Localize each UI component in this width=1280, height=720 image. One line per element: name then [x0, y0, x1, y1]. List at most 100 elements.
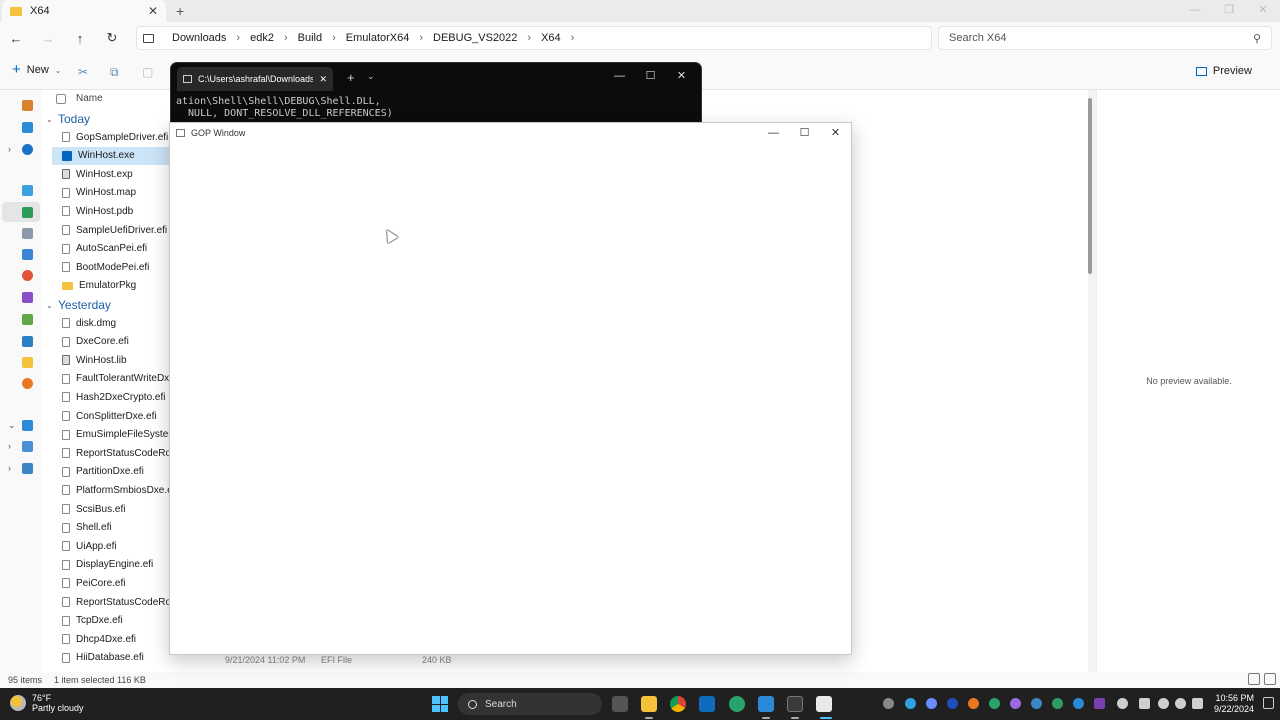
explorer-tab[interactable]: X64 ✕ — [2, 0, 166, 22]
vertical-scrollbar[interactable] — [1088, 98, 1092, 274]
maximize-icon[interactable]: ☐ — [789, 123, 820, 143]
documents-icon[interactable] — [22, 228, 33, 239]
gop-titlebar[interactable]: GOP Window — ☐ ✕ — [170, 123, 851, 143]
windows-start-icon[interactable] — [432, 696, 448, 712]
breadcrumb-item[interactable]: DEBUG_VS2022 — [433, 32, 517, 44]
system-clock[interactable]: 10:56 PM 9/22/2024 — [1214, 693, 1254, 715]
gallery-icon[interactable] — [22, 122, 33, 133]
app-shortcut-icon[interactable] — [22, 336, 33, 347]
task-view-icon[interactable] — [612, 696, 628, 712]
terminal-icon[interactable] — [787, 696, 803, 712]
vscode-icon[interactable] — [758, 696, 774, 712]
breadcrumb-item[interactable]: edk2 — [250, 32, 274, 44]
maximize-icon[interactable]: ❐ — [1212, 0, 1246, 22]
this-pc-icon[interactable] — [22, 420, 33, 431]
terminal-tab[interactable]: C:\Users\ashrafal\Downloads\ ✕ — [177, 67, 333, 91]
tray-app-icon[interactable] — [1052, 698, 1063, 709]
music-icon[interactable] — [22, 270, 33, 281]
refresh-icon[interactable]: ↻ — [96, 30, 128, 46]
checkbox-checked-icon[interactable] — [62, 150, 72, 161]
onenote-icon[interactable] — [1094, 698, 1105, 709]
new-tab-button[interactable]: + — [176, 3, 184, 19]
column-name-header[interactable]: Name — [76, 93, 103, 104]
gop-window[interactable]: GOP Window — ☐ ✕ — [169, 122, 852, 655]
tray-app-icon[interactable] — [1010, 698, 1021, 709]
videos-icon[interactable] — [22, 292, 33, 303]
desktop-icon[interactable] — [22, 185, 33, 196]
battery-icon[interactable] — [1192, 698, 1203, 709]
onedrive-icon[interactable] — [22, 144, 33, 155]
maximize-icon[interactable]: ☐ — [635, 67, 666, 85]
home-icon[interactable] — [22, 100, 33, 111]
tray-app-icon[interactable] — [968, 698, 979, 709]
tray-app-icon[interactable] — [947, 698, 958, 709]
chevron-down-icon[interactable]: ⌄ — [8, 420, 16, 431]
close-icon[interactable]: ✕ — [820, 123, 851, 143]
volume-icon[interactable] — [1175, 698, 1186, 709]
forward-arrow-icon[interactable]: → — [32, 31, 64, 46]
microphone-icon[interactable] — [1139, 698, 1150, 709]
app-shortcut-icon[interactable] — [22, 378, 33, 389]
minimize-icon[interactable]: — — [1178, 0, 1212, 22]
close-icon[interactable]: ✕ — [666, 67, 697, 85]
chevron-right-icon[interactable]: › — [8, 144, 11, 154]
minimize-icon[interactable]: — — [758, 123, 789, 143]
notification-icon[interactable] — [1263, 697, 1274, 709]
breadcrumb-item[interactable]: Build — [298, 32, 322, 44]
paste-icon[interactable]: ▢ — [142, 65, 153, 79]
chevron-down-icon: ⌄ — [46, 114, 53, 124]
tiles-view-icon[interactable] — [1264, 673, 1276, 685]
preview-button[interactable]: Preview — [1195, 65, 1252, 77]
tray-app-icon[interactable] — [1031, 698, 1042, 709]
tray-app-icon[interactable] — [883, 698, 894, 709]
taskbar-search[interactable]: Search — [458, 693, 602, 715]
breadcrumb-item[interactable]: X64 — [541, 32, 561, 44]
new-tab-button[interactable]: + — [347, 70, 355, 85]
cut-icon[interactable]: ✂ — [78, 65, 88, 79]
breadcrumb-item[interactable]: Downloads — [172, 32, 226, 44]
tray-app-icon[interactable] — [926, 698, 937, 709]
close-icon[interactable]: ✕ — [1246, 0, 1280, 22]
minimize-icon[interactable]: — — [604, 67, 635, 85]
nav-selection-highlight — [2, 202, 40, 222]
select-all-checkbox[interactable] — [56, 93, 66, 104]
view-toggle — [1248, 673, 1276, 685]
wifi-icon[interactable] — [1158, 698, 1169, 709]
weather-temperature: 76°F — [32, 693, 52, 703]
close-tab-icon[interactable]: ✕ — [148, 4, 158, 18]
tray-app-icon[interactable] — [989, 698, 1000, 709]
tray-app-icon[interactable] — [905, 698, 916, 709]
linux-icon[interactable] — [22, 463, 33, 474]
weather-widget[interactable]: 76°F Partly cloudy — [10, 693, 84, 713]
group-header-today[interactable]: ⌄ Today — [46, 112, 90, 126]
group-header-yesterday[interactable]: ⌄ Yesterday — [46, 298, 111, 312]
details-view-icon[interactable] — [1248, 673, 1260, 685]
network-icon[interactable] — [22, 441, 33, 452]
chrome-icon[interactable] — [670, 696, 686, 712]
app-shortcut-icon[interactable] — [22, 314, 33, 325]
close-tab-icon[interactable]: ✕ — [319, 74, 327, 85]
terminal-output[interactable]: ation\Shell\Shell\DEBUG\Shell.DLL, NULL,… — [176, 96, 393, 120]
file-explorer-icon[interactable] — [641, 696, 657, 712]
folder-icon[interactable] — [22, 357, 33, 368]
chatgpt-icon[interactable] — [729, 696, 745, 712]
copy-icon[interactable]: ⧉ — [110, 65, 119, 80]
up-arrow-icon[interactable]: ↑ — [64, 31, 96, 46]
chevron-down-icon[interactable]: ⌄ — [367, 71, 375, 82]
outlook-icon[interactable] — [699, 696, 715, 712]
gop-window-icon[interactable] — [816, 696, 832, 712]
pictures-icon[interactable] — [22, 249, 33, 260]
downloads-icon[interactable] — [22, 207, 33, 218]
breadcrumb[interactable]: Downloads › edk2 › Build › EmulatorX64 › DEB… — [136, 26, 932, 50]
chevron-right-icon: › — [570, 32, 575, 44]
chevron-right-icon[interactable]: › — [8, 441, 11, 451]
back-arrow-icon[interactable]: ← — [0, 31, 32, 46]
file-icon — [62, 522, 70, 533]
chevron-right-icon[interactable]: › — [8, 463, 11, 473]
breadcrumb-item[interactable]: EmulatorX64 — [346, 32, 410, 44]
new-button[interactable]: + New ⌄ — [12, 62, 61, 77]
tray-app-icon[interactable] — [1073, 698, 1084, 709]
new-label: New — [26, 64, 49, 76]
search-input[interactable]: Search X64 ⚲ — [938, 26, 1272, 50]
tray-app-icon[interactable] — [1117, 698, 1128, 709]
